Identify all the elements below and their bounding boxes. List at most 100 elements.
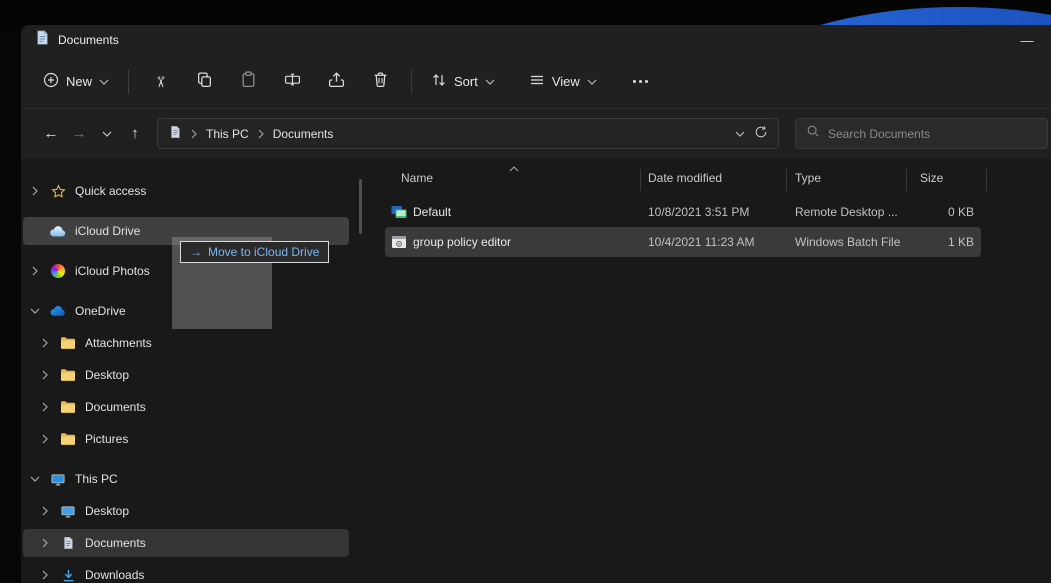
column-separator[interactable] (986, 169, 987, 191)
chevron-right-icon[interactable] (39, 338, 51, 348)
up-button[interactable]: ↑ (121, 119, 149, 149)
sort-button[interactable]: Sort (421, 65, 505, 98)
column-separator[interactable] (786, 169, 787, 191)
more-options-button[interactable] (619, 64, 663, 100)
column-header-date[interactable]: Date modified (648, 171, 722, 185)
column-separator[interactable] (640, 169, 641, 191)
file-type: Windows Batch File (795, 235, 900, 249)
navigation-pane: Quick access iCloud Drive iCloud Photos (21, 159, 366, 583)
column-header-size[interactable]: Size (920, 171, 943, 185)
folder-icon (59, 336, 77, 350)
copy-button[interactable] (182, 64, 226, 100)
plus-circle-icon (43, 72, 59, 91)
sidebar-item-pictures[interactable]: Pictures (23, 425, 349, 453)
sidebar-item-onedrive-desktop[interactable]: Desktop (23, 361, 349, 389)
sidebar-item-label: iCloud Drive (75, 224, 140, 238)
paste-icon (240, 71, 257, 93)
file-date: 10/4/2021 11:23 AM (648, 235, 755, 249)
sidebar-item-onedrive-documents[interactable]: Documents (23, 393, 349, 421)
view-button[interactable]: View (519, 65, 607, 98)
file-row-default[interactable]: Default 10/8/2021 3:51 PM Remote Desktop… (385, 197, 981, 227)
chevron-down-icon (99, 79, 109, 85)
folder-icon (59, 432, 77, 446)
trash-icon (372, 71, 389, 93)
search-placeholder: Search Documents (828, 127, 930, 141)
sidebar-item-attachments[interactable]: Attachments (23, 329, 349, 357)
paste-button[interactable] (226, 64, 270, 100)
title-bar[interactable]: Documents — (21, 25, 1051, 55)
chevron-down-icon (485, 79, 495, 85)
folder-icon (59, 400, 77, 414)
file-row-group-policy-editor[interactable]: group policy editor 10/4/2021 11:23 AM W… (385, 227, 981, 257)
sidebar-item-label: OneDrive (75, 304, 126, 318)
icloud-photos-icon (49, 264, 67, 278)
documents-icon (59, 536, 77, 550)
address-bar[interactable]: This PC Documents (157, 118, 779, 149)
rdp-file-icon (391, 204, 407, 223)
rename-button[interactable] (270, 64, 314, 100)
delete-button[interactable] (358, 64, 402, 100)
file-date: 10/8/2021 3:51 PM (648, 205, 749, 219)
sort-button-label: Sort (454, 74, 478, 89)
sidebar-item-label: Desktop (85, 504, 129, 518)
minimize-button[interactable]: — (1009, 25, 1045, 55)
content-area: Quick access iCloud Drive iCloud Photos (21, 159, 1051, 583)
column-header-name[interactable]: Name (401, 171, 433, 185)
view-button-label: View (552, 74, 580, 89)
sidebar-item-label: This PC (75, 472, 118, 486)
explorer-window: Documents — New ✂ (21, 25, 1051, 583)
search-icon (806, 124, 820, 143)
breadcrumb-documents[interactable]: Documents (273, 127, 334, 141)
file-size: 1 KB (906, 235, 974, 249)
share-button[interactable] (314, 64, 358, 100)
chevron-right-icon[interactable] (39, 538, 51, 548)
screen: Documents — New ✂ (0, 0, 1051, 583)
address-dropdown-icon[interactable] (735, 131, 745, 137)
monitor-icon (59, 504, 77, 519)
chevron-right-icon[interactable] (29, 266, 41, 276)
sidebar-item-label: iCloud Photos (75, 264, 150, 278)
breadcrumb-this-pc[interactable]: This PC (206, 127, 249, 141)
folder-icon (59, 368, 77, 382)
navigation-row: ← → ↑ This PC Documents (21, 109, 1051, 158)
back-button[interactable]: ← (37, 119, 65, 149)
sidebar-item-this-pc[interactable]: This PC (23, 465, 349, 493)
wallpaper-bloom (668, 7, 1051, 25)
window-title: Documents (58, 33, 119, 47)
onedrive-cloud-icon (49, 305, 67, 317)
sidebar-item-downloads[interactable]: Downloads (23, 561, 349, 583)
sidebar-item-pc-documents[interactable]: Documents (23, 529, 349, 557)
forward-button[interactable]: → (65, 119, 93, 149)
move-arrow-icon: → (190, 245, 202, 259)
cut-button[interactable]: ✂ (138, 64, 182, 100)
chevron-down-icon[interactable] (29, 308, 41, 314)
chevron-right-icon[interactable] (39, 434, 51, 444)
sidebar-item-label: Documents (85, 400, 146, 414)
rename-icon (284, 71, 301, 93)
chevron-right-icon[interactable] (39, 370, 51, 380)
sort-arrows-icon (431, 72, 447, 91)
sort-ascending-icon (509, 161, 519, 175)
chevron-down-icon (587, 79, 597, 85)
share-icon (328, 71, 345, 93)
search-box[interactable]: Search Documents (795, 118, 1048, 149)
chevron-right-icon[interactable] (39, 506, 51, 516)
chevron-right-icon[interactable] (39, 570, 51, 580)
sidebar-item-label: Documents (85, 536, 146, 550)
sidebar-item-quick-access[interactable]: Quick access (23, 177, 349, 205)
toolbar-separator (411, 70, 412, 94)
column-separator[interactable] (906, 169, 907, 191)
refresh-icon[interactable] (754, 125, 768, 142)
new-button[interactable]: New (33, 65, 119, 98)
new-button-label: New (66, 74, 92, 89)
copy-icon (196, 71, 213, 93)
recent-locations-button[interactable] (93, 119, 121, 149)
chevron-right-icon[interactable] (39, 402, 51, 412)
column-header-type[interactable]: Type (795, 171, 821, 185)
chevron-right-icon[interactable] (29, 186, 41, 196)
file-name: Default (413, 205, 451, 219)
sidebar-item-label: Downloads (85, 568, 144, 582)
chevron-down-icon[interactable] (29, 476, 41, 482)
sidebar-scrollbar-thumb[interactable] (359, 179, 362, 234)
sidebar-item-pc-desktop[interactable]: Desktop (23, 497, 349, 525)
